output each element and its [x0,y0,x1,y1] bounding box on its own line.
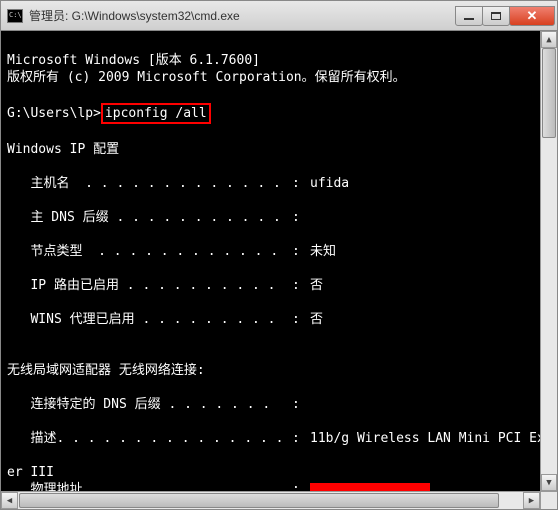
titlebar-left: 管理员: G:\Windows\system32\cmd.exe [1,7,240,24]
wins-proxy-value: 否 [310,311,323,328]
titlebar[interactable]: 管理员: G:\Windows\system32\cmd.exe ✕ [1,1,557,31]
node-type-label: 节点类型 . . . . . . . . . . . . [7,243,292,260]
prompt-path: G:\Users\lp> [7,106,101,121]
header-line-1: Microsoft Windows [版本 6.1.7600] [7,53,260,68]
maximize-button[interactable] [482,6,510,26]
wins-proxy-label: WINS 代理已启用 . . . . . . . . . [7,311,292,328]
conn-dns-label: 连接特定的 DNS 后缀 . . . . . . . [7,396,292,413]
scroll-right-button[interactable]: ▶ [523,492,540,509]
scroll-up-button[interactable]: ▲ [541,31,557,48]
hostname-value: ufida [310,175,349,192]
header-line-2: 版权所有 (c) 2009 Microsoft Corporation。保留所有… [7,70,406,85]
scroll-down-button[interactable]: ▼ [541,474,557,491]
horizontal-scrollbar[interactable]: ◀ ▶ [1,491,540,509]
command-highlight: ipconfig /all [101,103,211,124]
scroll-left-button[interactable]: ◀ [1,492,18,509]
terminal-output[interactable]: Microsoft Windows [版本 6.1.7600] 版权所有 (c)… [1,31,557,509]
node-type-value: 未知 [310,243,336,260]
close-icon: ✕ [527,8,538,24]
hostname-label: 主机名 . . . . . . . . . . . . . [7,175,292,192]
maximize-icon [491,12,501,20]
scroll-v-track[interactable] [541,48,557,474]
minimize-icon [464,18,474,20]
wlan-heading: 无线局域网适配器 无线网络连接: [7,363,205,378]
desc-label: 描述. . . . . . . . . . . . . . . [7,430,292,447]
scroll-h-thumb[interactable] [19,493,499,508]
window-title: 管理员: G:\Windows\system32\cmd.exe [29,7,240,24]
command-text: ipconfig /all [105,106,207,121]
dns-suffix-label: 主 DNS 后缀 . . . . . . . . . . . [7,209,292,226]
cmd-icon [7,9,23,23]
desc-value: 11b/g Wireless LAN Mini PCI Ex [310,430,545,447]
ip-config-heading: Windows IP 配置 [7,142,119,157]
minimize-button[interactable] [455,6,483,26]
vertical-scrollbar[interactable]: ▲ ▼ [540,31,557,491]
desc-wrap: er III [7,465,54,480]
ip-routing-value: 否 [310,277,323,294]
cmd-window: 管理员: G:\Windows\system32\cmd.exe ✕ Micro… [0,0,558,510]
scrollbar-corner [540,491,557,509]
ip-routing-label: IP 路由已启用 . . . . . . . . . . [7,277,292,294]
close-button[interactable]: ✕ [509,6,555,26]
scroll-v-thumb[interactable] [542,48,556,138]
window-buttons: ✕ [456,6,555,26]
